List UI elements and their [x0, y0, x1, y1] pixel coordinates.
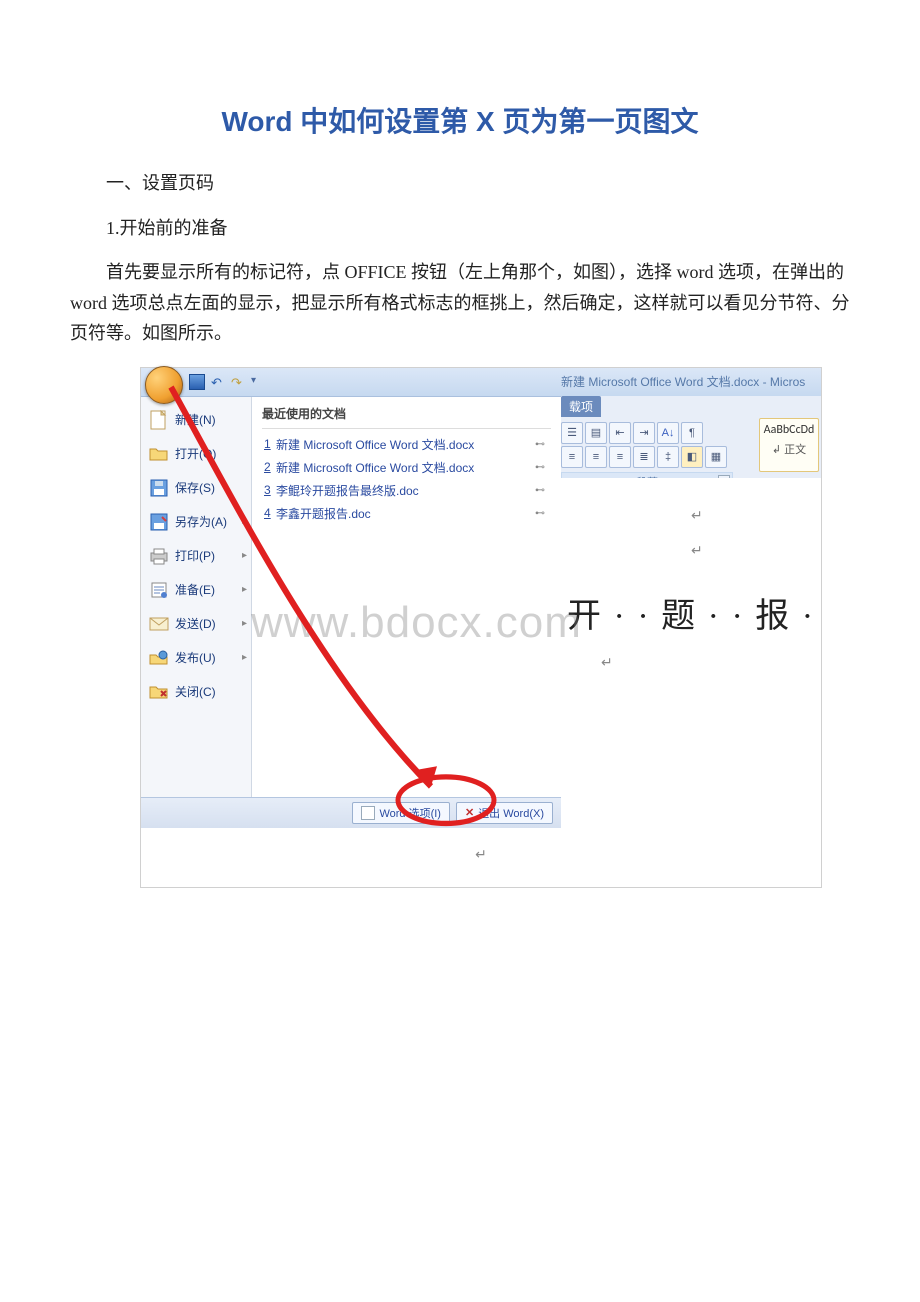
menu-close[interactable]: 关闭(C): [141, 675, 251, 709]
submenu-arrow-icon: ▸: [242, 550, 247, 561]
step-heading: 1.开始前的准备: [70, 213, 850, 244]
list-number-icon[interactable]: ▤: [585, 422, 607, 444]
window-title: 新建 Microsoft Office Word 文档.docx - Micro…: [561, 373, 821, 390]
publish-icon: [149, 648, 169, 668]
office-button[interactable]: [145, 366, 183, 404]
sort-icon[interactable]: A↓: [657, 422, 679, 444]
printer-icon: [149, 546, 169, 566]
align-right-icon[interactable]: ≡: [609, 446, 631, 468]
recent-header: 最近使用的文档: [262, 403, 551, 429]
menu-send[interactable]: 发送(D) ▸: [141, 607, 251, 641]
submenu-arrow-icon: ▸: [242, 584, 247, 595]
save-disk-icon: [149, 478, 169, 498]
pin-icon[interactable]: ⊷: [535, 485, 549, 496]
menu-new[interactable]: 新建(N): [141, 403, 251, 437]
menu-saveas[interactable]: 另存为(A) ▸: [141, 505, 251, 539]
undo-icon[interactable]: ↶: [211, 375, 225, 389]
menu-save[interactable]: 保存(S): [141, 471, 251, 505]
pin-icon[interactable]: ⊷: [535, 462, 549, 473]
word-options-button[interactable]: Word 选项(I): [352, 802, 450, 824]
folder-open-icon: [149, 444, 169, 464]
screenshot-figure: ↶ ↷ ▾ 新建 Microsoft Office Word 文档.docx -…: [140, 367, 822, 888]
paragraph-mark-icon: ↵: [601, 655, 821, 672]
style-normal[interactable]: AaBbCcDd ↲ 正文: [759, 418, 819, 472]
style-sample: AaBbCcDd: [760, 423, 818, 437]
body-paragraph: 首先要显示所有的标记符，点 OFFICE 按钮（左上角那个，如图），选择 wor…: [70, 257, 850, 349]
quick-access-toolbar: ↶ ↷ ▾: [189, 374, 265, 390]
page-title: Word 中如何设置第 X 页为第一页图文: [70, 100, 850, 140]
shading-icon[interactable]: ◧: [681, 446, 703, 468]
section-heading: 一、设置页码: [70, 168, 850, 199]
ribbon-fragment: 载项 ☰ ▤ ⇤ ⇥ A↓ ¶ ≡ ≡ ≡ ≣ ‡ ◧ ▦ 段落: [561, 396, 821, 479]
line-spacing-icon[interactable]: ‡: [657, 446, 679, 468]
prepare-icon: [149, 580, 169, 600]
paragraph-mark-icon: ↵: [691, 508, 821, 525]
recent-item[interactable]: 1 新建 Microsoft Office Word 文档.docx ⊷: [262, 433, 551, 456]
saveas-icon: [149, 512, 169, 532]
office-menu: 新建(N) 打开(O) 保存(S): [141, 397, 561, 797]
document-heading-text: 开 · · 题 · · 报 · ·: [567, 588, 821, 637]
menu-prepare[interactable]: 准备(E) ▸: [141, 573, 251, 607]
pin-icon[interactable]: ⊷: [535, 508, 549, 519]
show-marks-icon[interactable]: ¶: [681, 422, 703, 444]
exit-word-button[interactable]: ✕ 退出 Word(X): [456, 802, 553, 824]
indent-decrease-icon[interactable]: ⇤: [609, 422, 631, 444]
document-body: ↵ ↵ 开 · · 题 · · 报 · · ↵: [561, 478, 821, 887]
submenu-arrow-icon: ▸: [242, 618, 247, 629]
submenu-arrow-icon: ▸: [242, 652, 247, 663]
recent-item[interactable]: 2 新建 Microsoft Office Word 文档.docx ⊷: [262, 456, 551, 479]
list-bullet-icon[interactable]: ☰: [561, 422, 583, 444]
menu-publish[interactable]: 发布(U) ▸: [141, 641, 251, 675]
qat-more-icon[interactable]: ▾: [251, 375, 265, 389]
recent-documents-panel: 最近使用的文档 1 新建 Microsoft Office Word 文档.do…: [252, 397, 561, 797]
borders-icon[interactable]: ▦: [705, 446, 727, 468]
menu-open[interactable]: 打开(O): [141, 437, 251, 471]
redo-icon[interactable]: ↷: [231, 375, 245, 389]
new-file-icon: [149, 410, 169, 430]
submenu-arrow-icon: ▸: [242, 516, 247, 527]
align-left-icon[interactable]: ≡: [561, 446, 583, 468]
style-label: ↲ 正文: [760, 441, 818, 457]
align-center-icon[interactable]: ≡: [585, 446, 607, 468]
pin-icon[interactable]: ⊷: [535, 439, 549, 450]
office-menu-footer: Word 选项(I) ✕ 退出 Word(X): [141, 797, 561, 828]
close-file-icon: [149, 682, 169, 702]
ribbon-tab[interactable]: 载项: [561, 396, 601, 417]
close-icon: ✕: [465, 806, 474, 819]
menu-print[interactable]: 打印(P) ▸: [141, 539, 251, 573]
office-menu-left: 新建(N) 打开(O) 保存(S): [141, 397, 252, 797]
paragraph-mark-icon: ↵: [691, 543, 821, 560]
recent-item[interactable]: 4 李鑫开题报告.doc ⊷: [262, 502, 551, 525]
indent-increase-icon[interactable]: ⇥: [633, 422, 655, 444]
align-justify-icon[interactable]: ≣: [633, 446, 655, 468]
options-icon: [361, 806, 375, 820]
title-bar: ↶ ↷ ▾ 新建 Microsoft Office Word 文档.docx -…: [141, 368, 821, 397]
recent-item[interactable]: 3 李鲲玲开题报告最终版.doc ⊷: [262, 479, 551, 502]
send-mail-icon: [149, 614, 169, 634]
save-icon[interactable]: [189, 374, 205, 390]
